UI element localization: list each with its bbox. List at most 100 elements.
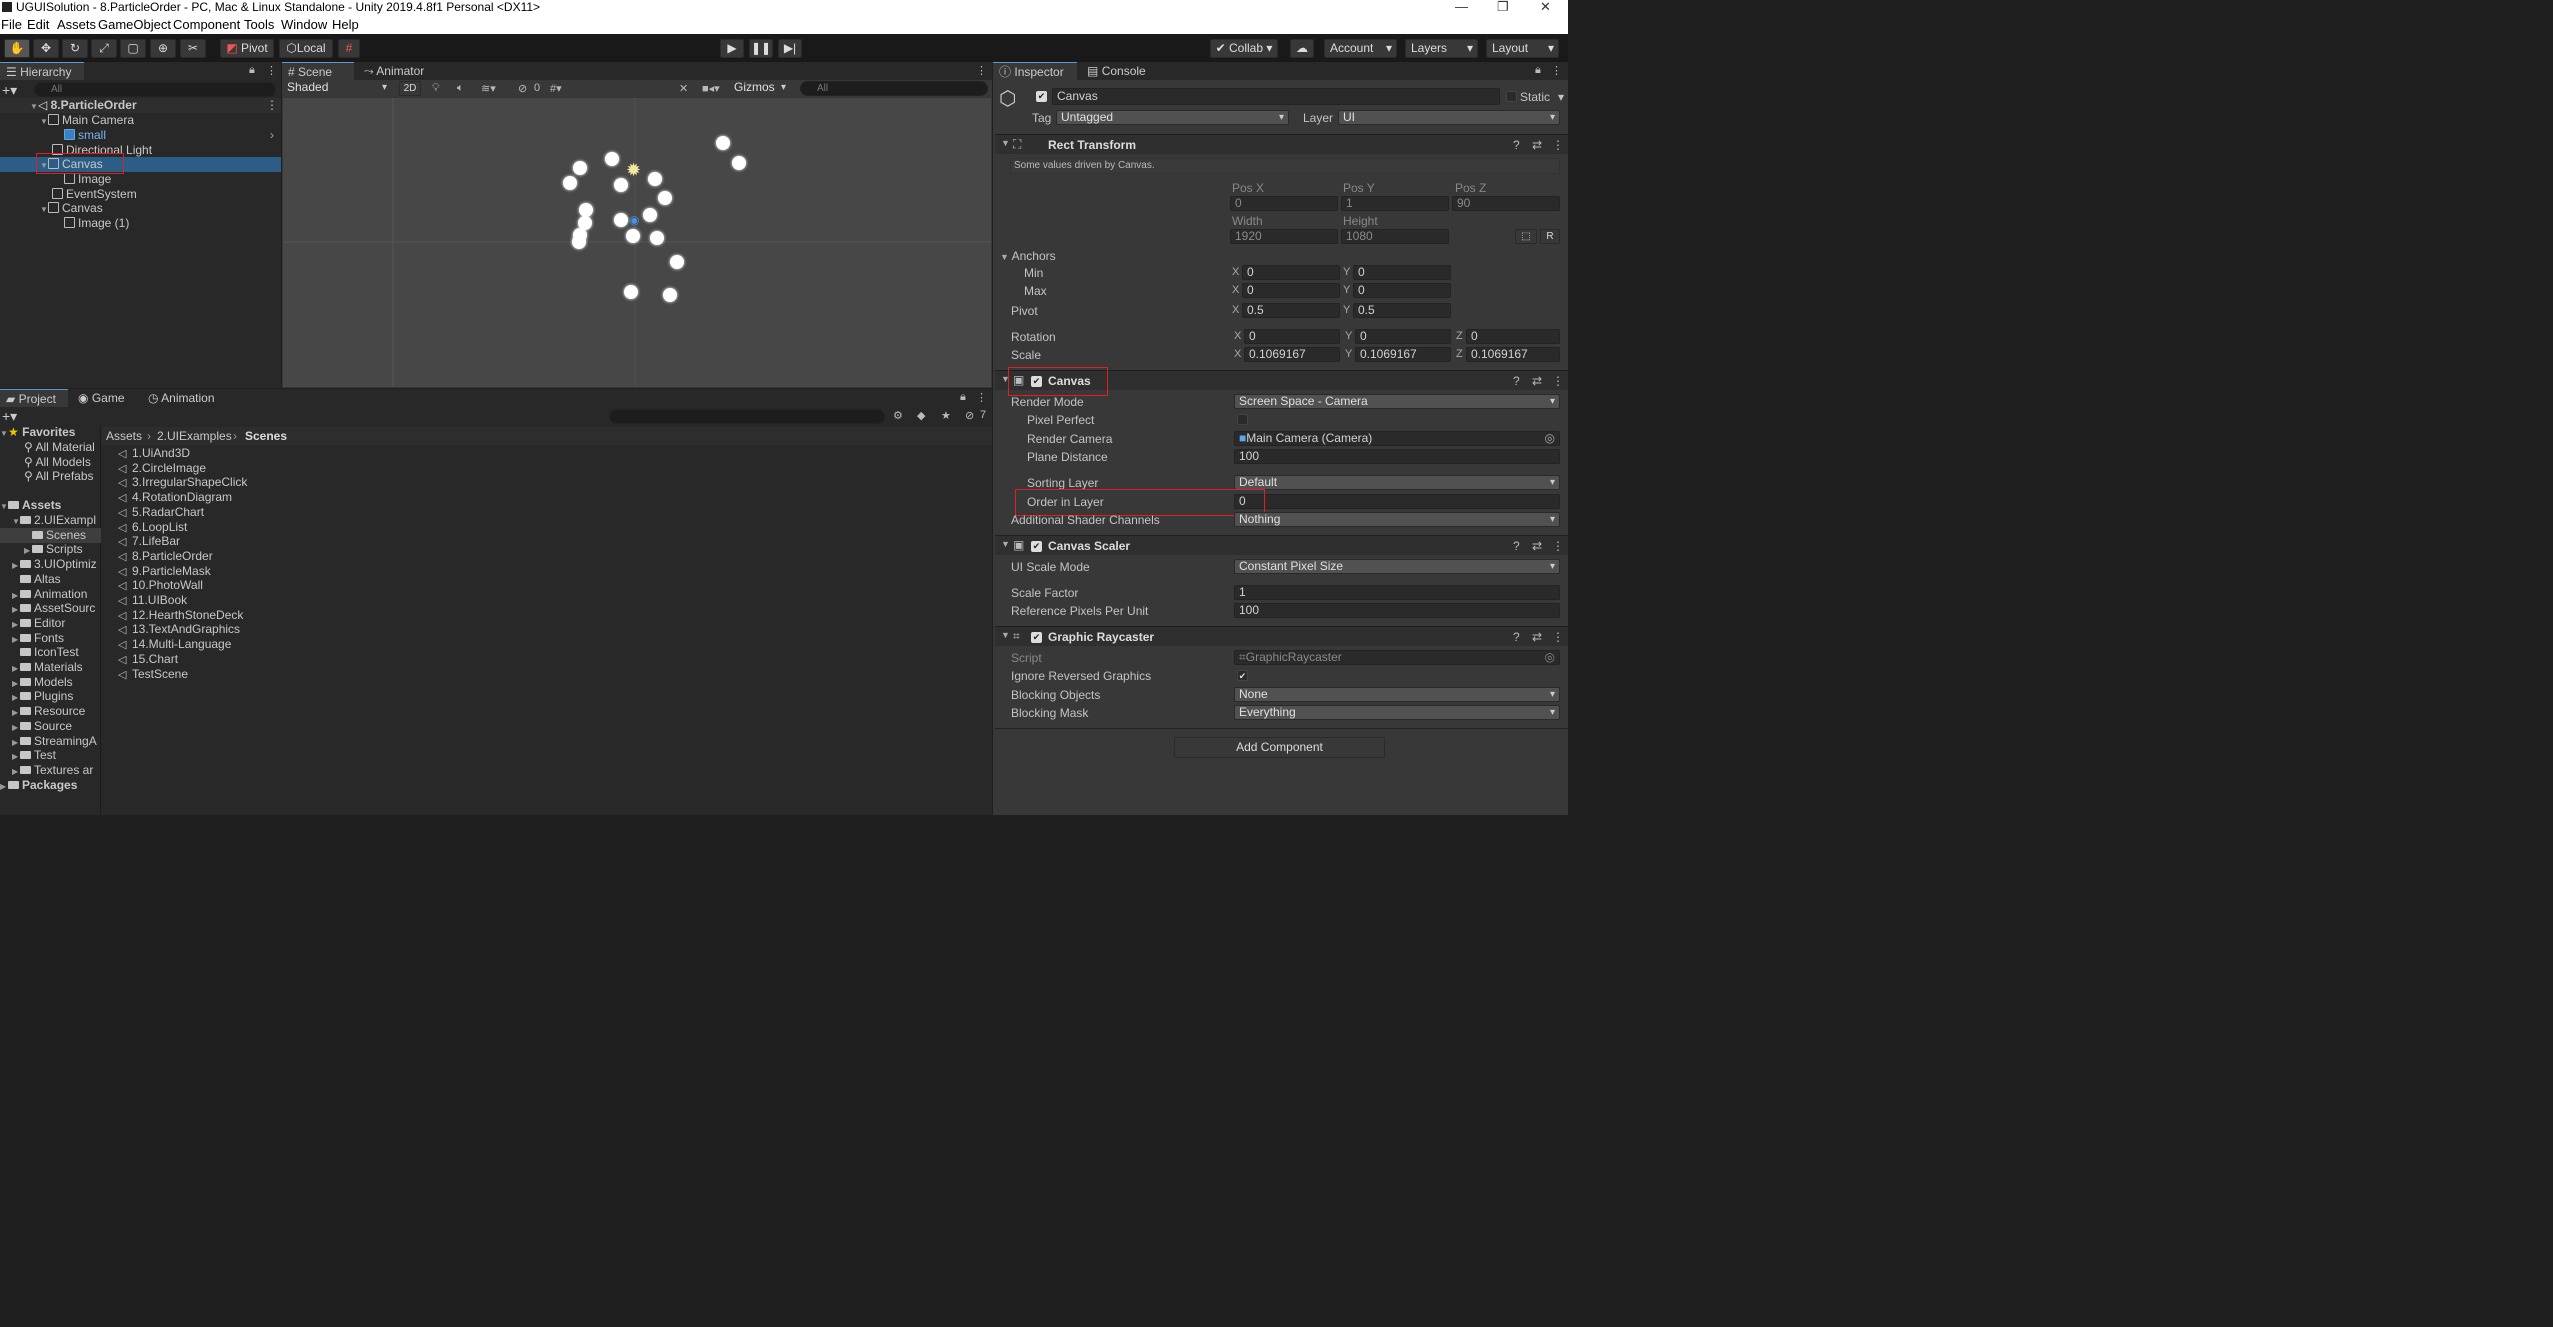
- create-add-icon[interactable]: +▾: [2, 408, 17, 425]
- pivot-y-field[interactable]: 0.5: [1353, 303, 1451, 318]
- restore-icon[interactable]: ❐: [1497, 0, 1509, 14]
- fold-down-icon[interactable]: ▼: [0, 426, 8, 441]
- render-mode-dropdown[interactable]: Screen Space - Camera: [1234, 394, 1560, 409]
- presets-icon[interactable]: ⇄: [1532, 630, 1542, 644]
- project-tree-item[interactable]: ▶ Textures ar: [0, 763, 101, 778]
- project-tree-item[interactable]: ▶ AssetSourc: [0, 601, 101, 616]
- raw-edit-icon[interactable]: R: [1540, 229, 1560, 244]
- hierarchy-item-image-1[interactable]: Image (1): [0, 216, 281, 231]
- fold-right-icon[interactable]: ▶: [24, 543, 32, 557]
- fold-down-icon[interactable]: ▼: [40, 202, 48, 217]
- pixel-perfect-checkbox[interactable]: [1237, 414, 1248, 425]
- scene-asset-item[interactable]: ◁ 6.LoopList: [118, 520, 187, 535]
- scene-root-row[interactable]: ▼◁ 8.ParticleOrder ⋮: [0, 98, 281, 113]
- chevron-right-icon[interactable]: ›: [270, 128, 274, 143]
- fold-right-icon[interactable]: ▶: [12, 617, 20, 631]
- hidden-objects-icon[interactable]: ⊘: [518, 82, 527, 95]
- pause-icon[interactable]: ❚❚: [749, 39, 773, 58]
- component-kebab-icon[interactable]: ⋮: [1552, 630, 1564, 644]
- hierarchy-item-main-camera[interactable]: ▼ Main Camera: [0, 113, 281, 128]
- fold-down-icon[interactable]: ▼: [12, 514, 20, 528]
- tools-icon[interactable]: ✕: [679, 82, 688, 95]
- project-tree-item[interactable]: ▼ 2.UIExampl: [0, 513, 101, 528]
- shading-mode-dropdown[interactable]: Shaded: [283, 81, 391, 96]
- graphic-raycaster-header[interactable]: ▼ ⌗ ✔ Graphic Raycaster ? ⇄ ⋮: [995, 626, 1568, 646]
- project-search-input[interactable]: [609, 409, 885, 424]
- tab-game[interactable]: ◉ Game: [72, 389, 132, 407]
- account-dropdown[interactable]: Account ▾: [1324, 39, 1397, 58]
- anchors-fold[interactable]: ▼ Anchors: [1000, 249, 1056, 263]
- anchor-min-y-field[interactable]: 0: [1353, 265, 1451, 280]
- layers-dropdown[interactable]: Layers ▾: [1405, 39, 1478, 58]
- fold-right-icon[interactable]: ▶: [12, 602, 20, 616]
- menu-tools[interactable]: Tools: [244, 17, 274, 32]
- lock-icon[interactable]: 🔒︎: [249, 64, 255, 77]
- scene-viewport[interactable]: ✹ ◉: [283, 98, 991, 387]
- project-tree-item[interactable]: IconTest: [0, 645, 101, 660]
- canvas-scaler-enabled-checkbox[interactable]: ✔: [1031, 541, 1042, 552]
- transform-tool-icon[interactable]: ⊕: [150, 39, 176, 58]
- rotation-x-field[interactable]: 0: [1244, 329, 1340, 344]
- anchor-max-x-field[interactable]: 0: [1242, 283, 1340, 298]
- project-tree-item[interactable]: ▶ Source: [0, 719, 101, 734]
- scale-y-field[interactable]: 0.1069167: [1355, 347, 1451, 362]
- shader-channels-dropdown[interactable]: Nothing: [1234, 512, 1560, 527]
- kebab-menu-icon[interactable]: ⋮: [1551, 64, 1562, 77]
- blocking-objects-dropdown[interactable]: None: [1234, 687, 1560, 702]
- breadcrumb-scenes[interactable]: Scenes: [245, 429, 287, 443]
- anchor-max-y-field[interactable]: 0: [1353, 283, 1451, 298]
- menu-component[interactable]: Component: [173, 17, 240, 32]
- project-tree-item[interactable]: ▶ Materials: [0, 660, 101, 675]
- project-tree-item[interactable]: Scenes: [0, 527, 101, 543]
- step-icon[interactable]: ▶|: [778, 39, 802, 58]
- layer-dropdown[interactable]: UI: [1338, 110, 1560, 125]
- fold-right-icon[interactable]: ▶: [12, 558, 20, 572]
- scene-asset-item[interactable]: ◁ 14.Multi-Language: [118, 637, 231, 652]
- rect-tool-icon[interactable]: ▢: [120, 39, 146, 58]
- scene-asset-item[interactable]: ◁ 1.UiAnd3D: [118, 446, 190, 461]
- cloud-icon[interactable]: ☁: [1290, 39, 1314, 58]
- filter-label-icon[interactable]: ◆: [917, 409, 925, 422]
- favorite-item[interactable]: ⚲ All Models: [24, 455, 91, 470]
- project-tree-item[interactable]: ▶ Resource: [0, 704, 101, 719]
- scene-kebab-icon[interactable]: ⋮: [266, 98, 278, 113]
- add-component-button[interactable]: Add Component: [1174, 737, 1385, 758]
- component-kebab-icon[interactable]: ⋮: [1552, 539, 1564, 553]
- menu-help[interactable]: Help: [332, 17, 359, 32]
- blocking-mask-dropdown[interactable]: Everything: [1234, 705, 1560, 720]
- ignore-reversed-checkbox[interactable]: ✔: [1237, 670, 1248, 681]
- scene-asset-item[interactable]: ◁ 8.ParticleOrder: [118, 549, 213, 564]
- scene-asset-item[interactable]: ◁ 5.RadarChart: [118, 505, 204, 520]
- fold-down-icon[interactable]: ▼: [0, 499, 8, 514]
- help-icon[interactable]: ?: [1513, 138, 1520, 152]
- object-picker-icon[interactable]: ◎: [1545, 432, 1555, 445]
- breadcrumb-assets[interactable]: Assets: [106, 429, 142, 443]
- tab-hierarchy[interactable]: ☰ Hierarchy: [0, 62, 84, 80]
- grid-toggle-icon[interactable]: #▾: [550, 82, 562, 95]
- hidden-packages-icon[interactable]: ⊘: [965, 409, 974, 422]
- component-kebab-icon[interactable]: ⋮: [1552, 374, 1564, 388]
- help-icon[interactable]: ?: [1513, 374, 1520, 388]
- component-kebab-icon[interactable]: ⋮: [1552, 138, 1564, 152]
- scene-asset-item[interactable]: ◁ 11.UIBook: [118, 593, 187, 608]
- project-tree-item[interactable]: ▶ Plugins: [0, 689, 101, 704]
- tab-inspector[interactable]: ⓘ Inspector: [993, 62, 1077, 80]
- favorite-item[interactable]: ⚲ All Material: [24, 440, 95, 455]
- move-tool-icon[interactable]: ✥: [33, 39, 59, 58]
- project-tree-item[interactable]: ▶ Editor: [0, 616, 101, 631]
- tab-project[interactable]: ▰ Project: [0, 389, 68, 407]
- kebab-menu-icon[interactable]: ⋮: [266, 64, 277, 77]
- active-checkbox[interactable]: ✔: [1036, 91, 1047, 102]
- menu-window[interactable]: Window: [281, 17, 327, 32]
- chevron-down-icon[interactable]: ▾: [1558, 90, 1564, 104]
- close-icon[interactable]: ✕: [1540, 0, 1551, 14]
- collab-button[interactable]: ✔ Collab ▾: [1210, 39, 1278, 58]
- scale-x-field[interactable]: 0.1069167: [1244, 347, 1340, 362]
- filter-type-icon[interactable]: ⚙: [893, 409, 903, 422]
- rect-transform-header[interactable]: ▼ ⛶ Rect Transform ? ⇄ ⋮: [995, 134, 1568, 154]
- project-tree-item[interactable]: ▶ Animation: [0, 587, 101, 602]
- packages-root[interactable]: ▶ Packages: [0, 778, 77, 793]
- tab-animator[interactable]: ⤳ Animator: [358, 62, 438, 80]
- kebab-menu-icon[interactable]: ⋮: [976, 391, 987, 404]
- fold-right-icon[interactable]: ▶: [12, 764, 20, 778]
